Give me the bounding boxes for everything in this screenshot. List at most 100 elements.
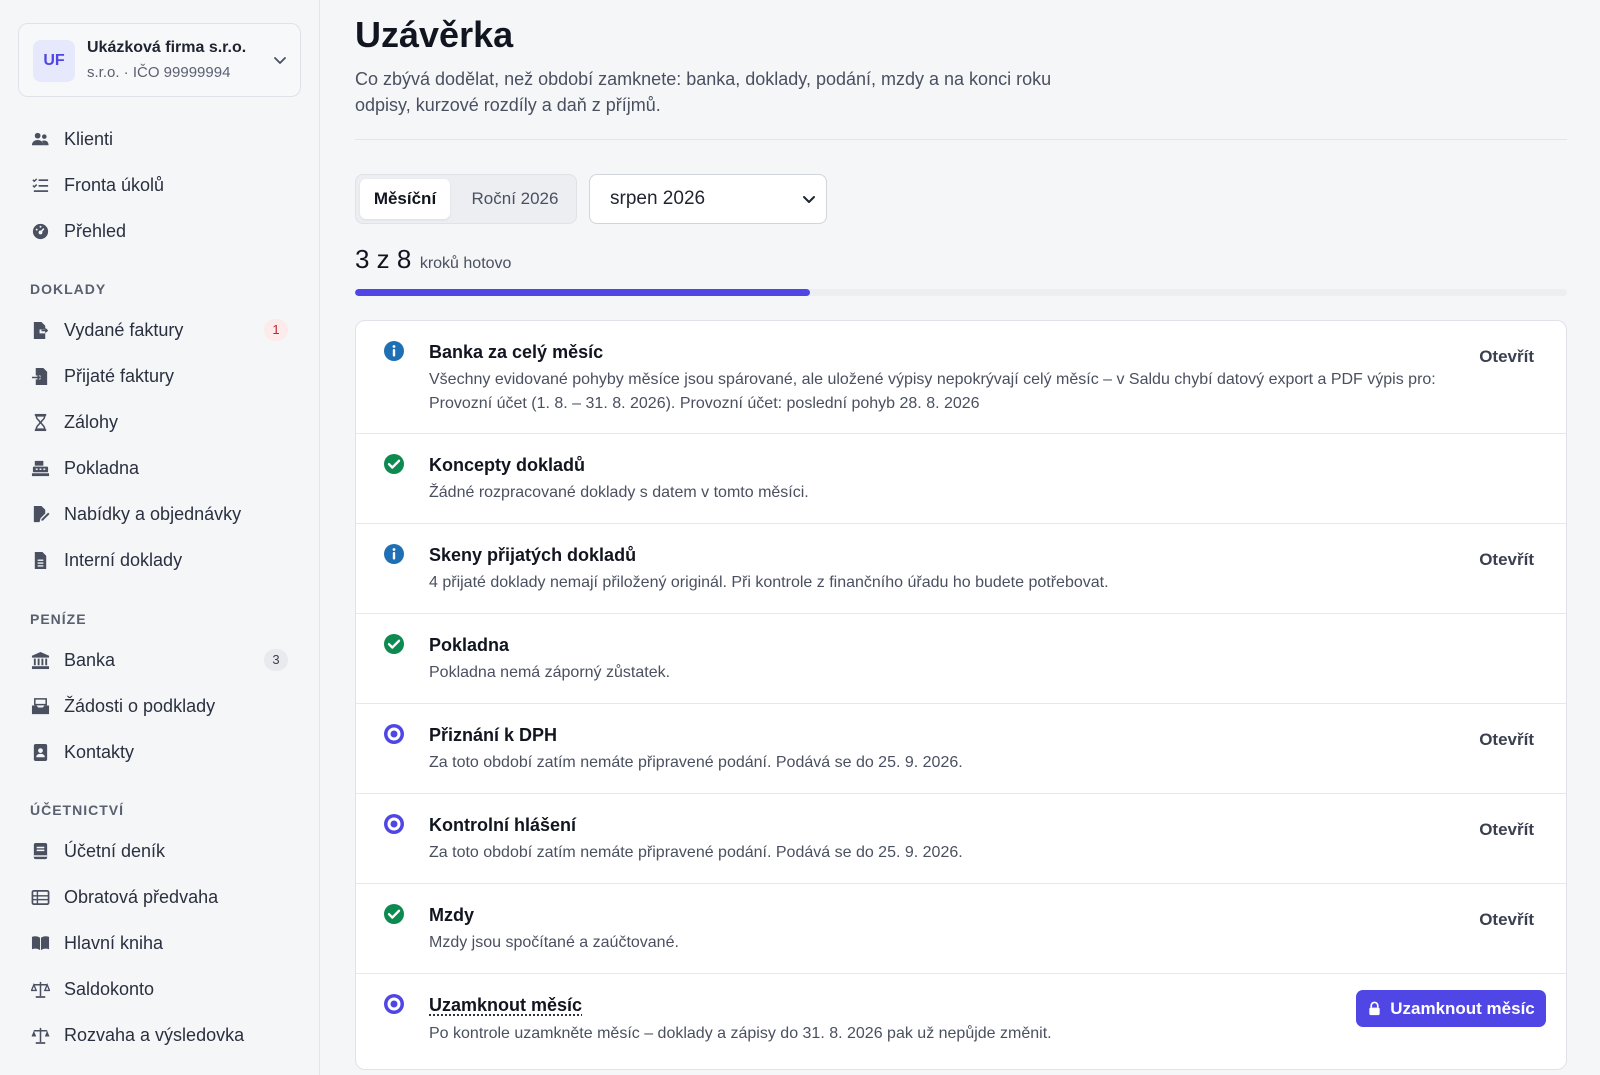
sidebar-item-hlavni-kniha[interactable]: Hlavní kniha [0, 923, 319, 963]
section-label-doklady: DOKLADY [30, 281, 107, 297]
step-title: Mzdy [429, 905, 474, 925]
step-koncepty: Koncepty dokladů Žádné rozpracované dokl… [356, 434, 1566, 524]
sidebar-item-saldokonto[interactable]: Saldokonto [0, 969, 319, 1009]
sidebar-item-pokladna[interactable]: Pokladna [0, 448, 319, 488]
org-name: Ukázková firma s.r.o. [87, 39, 247, 56]
step-pokladna: Pokladna Pokladna nemá záporný zůstatek. [356, 614, 1566, 704]
sidebar-item-label: Přehled [64, 220, 127, 241]
progress-summary: 3 z 8 kroků hotovo [355, 244, 511, 275]
main-content: Uzávěrka Co zbývá dodělat, než období za… [321, 0, 1600, 1075]
sidebar-item-kontakty[interactable]: Kontakty [0, 732, 319, 772]
sidebar-item-vydane-faktury[interactable]: Vydané faktury 1 [0, 310, 319, 350]
step-description: Žádné rozpracované doklady s datem v tom… [429, 484, 809, 501]
invoice-out-icon [30, 320, 50, 340]
sidebar-item-fronta-ukolu[interactable]: Fronta úkolů [0, 165, 319, 205]
org-avatar: UF [33, 40, 75, 82]
lock-icon [1369, 1001, 1380, 1016]
open-button[interactable]: Otevřít [1479, 730, 1534, 750]
open-button[interactable]: Otevřít [1479, 910, 1534, 930]
check-circle-icon [383, 633, 405, 655]
step-kontrolni-hlaseni: Kontrolní hlášení Za toto období zatím n… [356, 794, 1566, 884]
order-icon [30, 504, 50, 524]
sidebar-item-label: Účetní deník [64, 840, 166, 861]
sidebar-item-label: Saldokonto [64, 978, 155, 999]
check-circle-icon [383, 903, 405, 925]
dashboard-icon [30, 221, 50, 241]
sidebar-item-label: Kontakty [64, 741, 135, 762]
table-icon [30, 887, 50, 907]
sidebar-item-label: Obratová předvaha [64, 886, 219, 907]
step-banka: Banka za celý měsíc Všechny evidované po… [356, 321, 1566, 434]
cash-register-icon [30, 458, 50, 478]
step-title: Koncepty dokladů [429, 455, 586, 475]
period-select[interactable]: srpen 2026 [589, 174, 827, 224]
progress-count: 3 z 8 [355, 244, 412, 274]
contact-icon [30, 742, 50, 762]
open-button[interactable]: Otevřít [1479, 347, 1534, 367]
pending-circle-icon [383, 993, 405, 1015]
step-title: Kontrolní hlášení [429, 815, 577, 835]
scale-icon [30, 979, 50, 999]
period-type-tabs: Měsíční Roční 2026 [355, 174, 577, 224]
open-button[interactable]: Otevřít [1479, 820, 1534, 840]
sidebar-item-label: Interní doklady [64, 549, 183, 570]
open-button[interactable]: Otevřít [1479, 550, 1534, 570]
inbox-icon [30, 696, 50, 716]
step-title: Pokladna [429, 635, 510, 655]
sidebar-item-ucetni-denik[interactable]: Účetní deník [0, 831, 319, 871]
step-uzamknout: Uzamknout měsíc Po kontrole uzamkněte mě… [356, 974, 1566, 1069]
tab-rocni[interactable]: Roční 2026 [456, 179, 574, 219]
step-description: 4 přijaté doklady nemají přiložený origi… [429, 574, 1109, 591]
step-title: Skeny přijatých dokladů [429, 545, 637, 565]
step-title[interactable]: Uzamknout měsíc [429, 995, 582, 1016]
sidebar-item-label: Klienti [64, 128, 114, 149]
step-dph: Přiznání k DPH Za toto období zatím nemá… [356, 704, 1566, 794]
step-description: Mzdy jsou spočítané a zaúčtované. [429, 934, 679, 951]
sidebar-item-interni-doklady[interactable]: Interní doklady [0, 540, 319, 580]
info-icon [383, 340, 405, 362]
sidebar-item-obratova-predvaha[interactable]: Obratová předvaha [0, 877, 319, 917]
lock-month-label: Uzamknout měsíc [1390, 998, 1535, 1018]
sidebar-item-nabidky[interactable]: Nabídky a objednávky [0, 494, 319, 534]
sidebar-item-zalohy[interactable]: Zálohy [0, 402, 319, 442]
sidebar-item-label: Pokladna [64, 457, 140, 478]
journal-icon [30, 841, 50, 861]
sidebar-item-zadosti[interactable]: Žádosti o podklady [0, 686, 319, 726]
org-switcher[interactable]: UF Ukázková firma s.r.o. s.r.o. · IČO 99… [18, 23, 301, 97]
tab-mesicni[interactable]: Měsíční [360, 179, 450, 219]
progress-bar [355, 289, 1567, 296]
progress-label: kroků hotovo [419, 255, 512, 272]
page-description: Co zbývá dodělat, než období zamknete: b… [355, 69, 1052, 115]
sidebar-item-prijate-faktury[interactable]: Přijaté faktury [0, 356, 319, 396]
count-badge: 1 [264, 319, 288, 341]
task-list-icon [30, 175, 50, 195]
step-description: Všechny evidované pohyby měsíce jsou spá… [429, 371, 1436, 412]
chevron-down-icon [803, 196, 815, 203]
lock-month-button[interactable]: Uzamknout měsíc [1356, 990, 1546, 1027]
book-icon [30, 933, 50, 953]
info-icon [383, 543, 405, 565]
pending-circle-icon [383, 813, 405, 835]
sidebar: UF Ukázková firma s.r.o. s.r.o. · IČO 99… [0, 0, 320, 1075]
balance-icon [30, 1025, 50, 1045]
step-description: Pokladna nemá záporný zůstatek. [429, 664, 671, 681]
sidebar-item-rozvaha[interactable]: Rozvaha a výsledovka [0, 1015, 319, 1055]
count-badge: 3 [264, 649, 288, 671]
step-mzdy: Mzdy Mzdy jsou spočítané a zaúčtované. O… [356, 884, 1566, 974]
org-subtitle: s.r.o. · IČO 99999994 [87, 64, 231, 81]
sidebar-item-banka[interactable]: Banka 3 [0, 640, 319, 680]
sidebar-item-label: Žádosti o podklady [64, 695, 216, 716]
sidebar-item-label: Vydané faktury [64, 319, 184, 340]
closing-steps-list: Banka za celý měsíc Všechny evidované po… [355, 320, 1567, 1070]
sidebar-item-label: Hlavní kniha [64, 932, 164, 953]
divider [355, 139, 1567, 140]
sidebar-item-label: Banka [64, 649, 116, 670]
invoice-in-icon [30, 366, 50, 386]
check-circle-icon [383, 453, 405, 475]
document-icon [30, 550, 50, 570]
sidebar-item-prehled[interactable]: Přehled [0, 211, 319, 251]
step-description: Za toto období zatím nemáte připravené p… [429, 754, 963, 771]
sidebar-item-klienti[interactable]: Klienti [0, 119, 319, 159]
progress-bar-fill [355, 289, 810, 296]
chevron-down-icon [274, 57, 286, 64]
